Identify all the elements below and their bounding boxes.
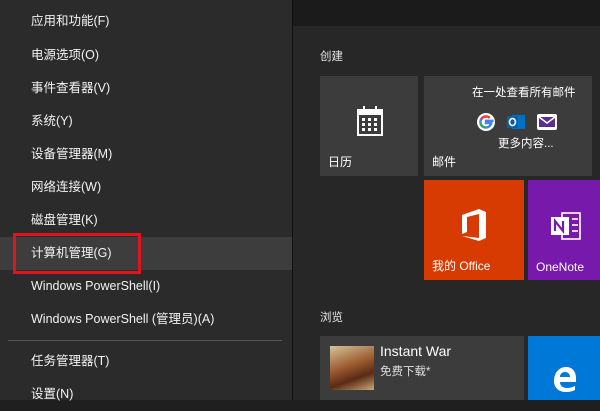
tile-mail-label: 邮件: [432, 155, 457, 169]
mail-headline: 在一处查看所有邮件: [472, 87, 576, 99]
game-title: Instant War: [380, 343, 452, 359]
menu-item-settings[interactable]: 设置(N): [0, 378, 292, 411]
group-title-browse: 浏览: [320, 312, 343, 324]
mail-account-icons: [476, 112, 558, 132]
office-icon: [462, 209, 486, 241]
calendar-icon: [357, 106, 383, 136]
outlook-icon: [507, 115, 525, 129]
tile-edge[interactable]: [528, 336, 600, 400]
menu-item-powershell[interactable]: Windows PowerShell(I): [0, 270, 292, 303]
yahoo-mail-icon: [537, 114, 557, 130]
menu-item-powershell-admin[interactable]: Windows PowerShell (管理员)(A): [0, 303, 292, 336]
tile-my-office[interactable]: 我的 Office: [424, 180, 524, 280]
tile-onenote-label: OneNote: [536, 260, 585, 274]
tile-instant-war[interactable]: Instant War 免费下载*: [320, 336, 524, 400]
game-subtitle: 免费下载*: [380, 366, 431, 378]
menu-item-network-connections[interactable]: 网络连接(W): [0, 171, 292, 204]
menu-item-device-manager[interactable]: 设备管理器(M): [0, 138, 292, 171]
menu-item-system[interactable]: 系统(Y): [0, 105, 292, 138]
onenote-icon: [551, 212, 581, 240]
menu-item-power-options[interactable]: 电源选项(O): [0, 39, 292, 72]
menu-item-apps-features[interactable]: 应用和功能(F): [0, 5, 292, 38]
tile-onenote[interactable]: OneNote: [528, 180, 600, 280]
edge-icon: [554, 367, 576, 392]
google-icon: [477, 113, 495, 131]
tile-mail[interactable]: 在一处查看所有邮件 更多内容... 邮件: [424, 76, 592, 176]
menu-separator: [8, 340, 282, 341]
game-thumbnail-image: [330, 346, 374, 390]
start-top-bar: [293, 0, 600, 26]
tile-calendar-label: 日历: [328, 155, 353, 169]
menu-item-task-manager[interactable]: 任务管理器(T): [0, 345, 292, 378]
tile-my-office-label: 我的 Office: [432, 259, 491, 273]
tile-calendar[interactable]: 日历: [320, 76, 418, 176]
group-title-create: 创建: [320, 51, 343, 63]
winx-context-menu: 应用和功能(F) 电源选项(O) 事件查看器(V) 系统(Y) 设备管理器(M)…: [0, 0, 292, 401]
mail-more-text: 更多内容...: [498, 138, 554, 150]
menu-item-event-viewer[interactable]: 事件查看器(V): [0, 72, 292, 105]
highlight-annotation-box: [13, 233, 141, 274]
